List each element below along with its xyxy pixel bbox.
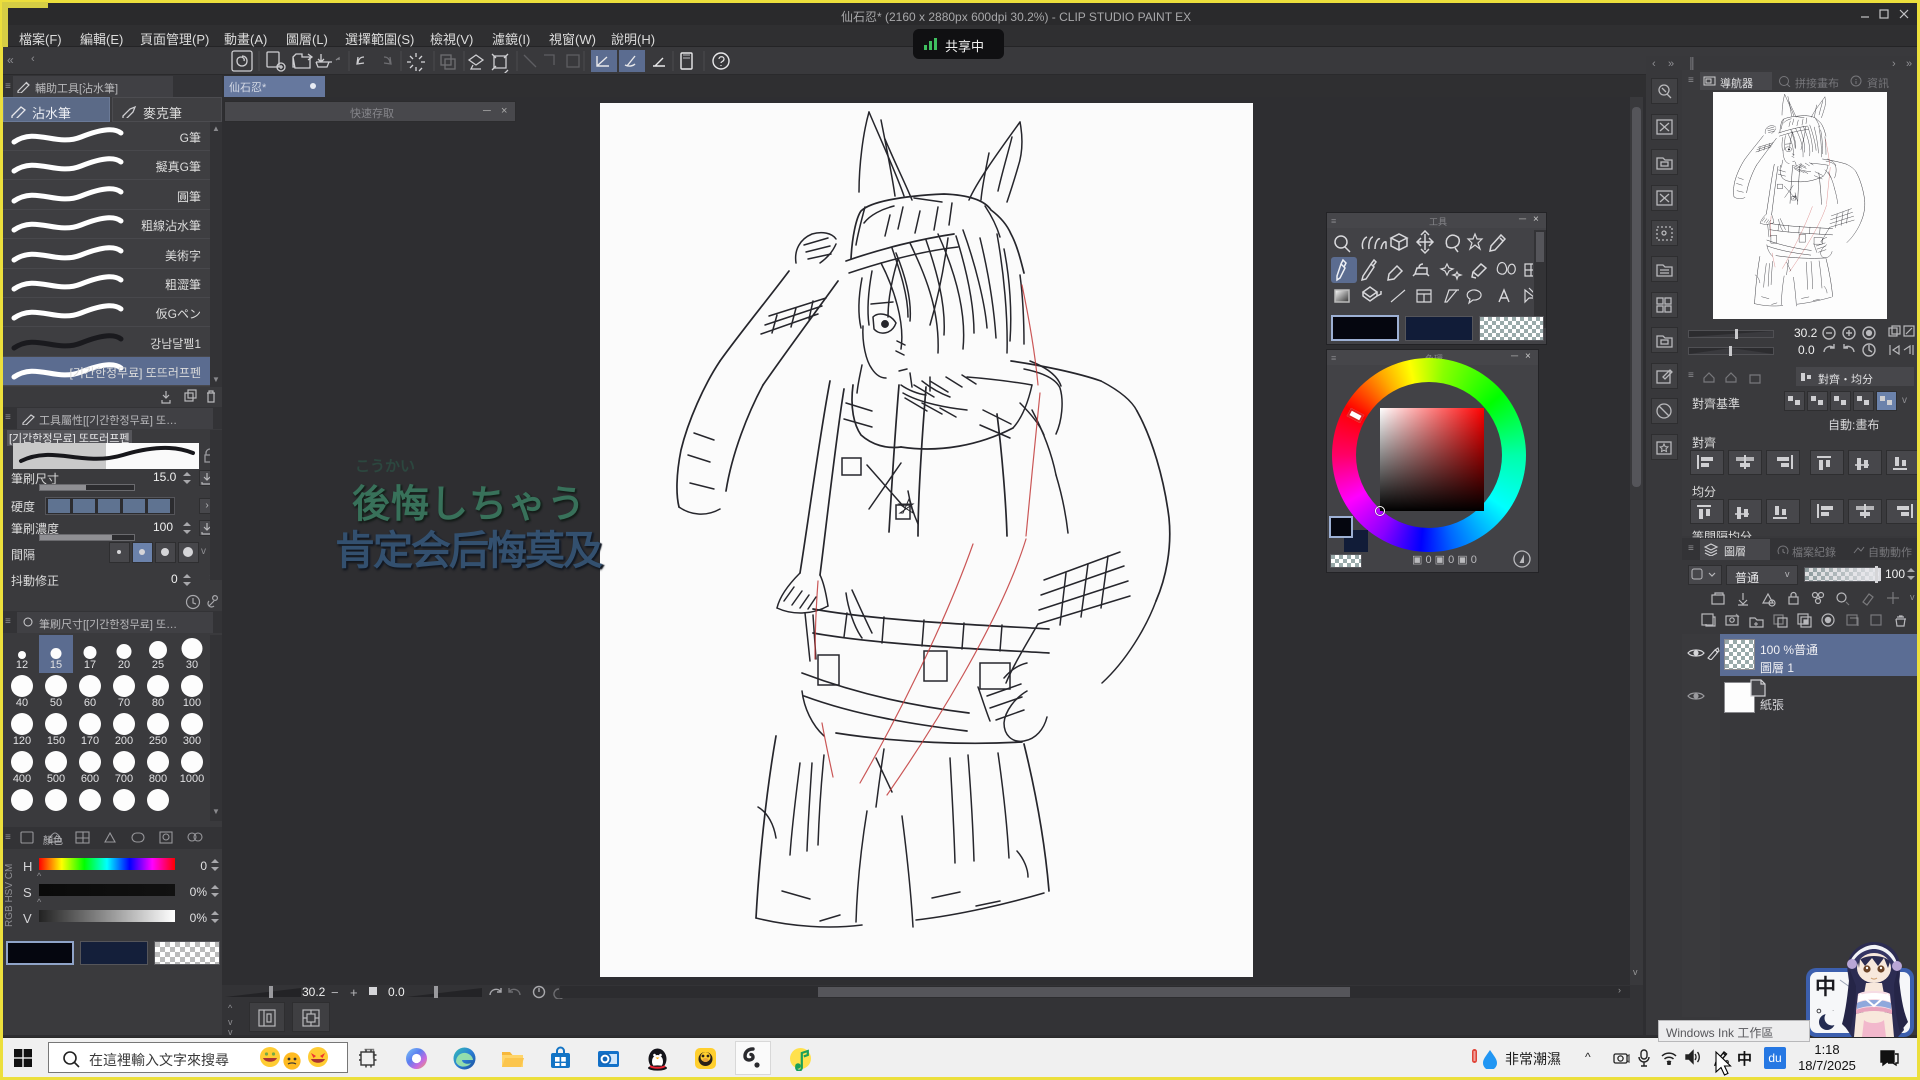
svg-text:中: 中 bbox=[1815, 976, 1836, 999]
